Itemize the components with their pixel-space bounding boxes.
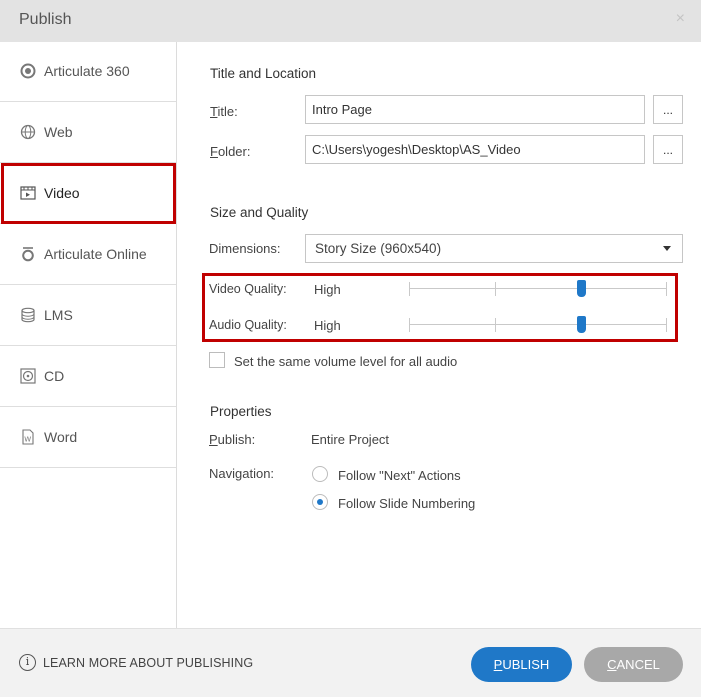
title-location-heading: Title and Location xyxy=(210,66,317,81)
sidebar-item-cd[interactable]: CD xyxy=(0,347,176,407)
publish-target-sidebar: Articulate 360 Web Video Articulate Onli… xyxy=(0,42,177,628)
disc-icon xyxy=(20,368,36,384)
sidebar-item-lms[interactable]: LMS xyxy=(0,286,176,346)
title-label: Title: xyxy=(210,104,238,119)
properties-heading: Properties xyxy=(210,404,272,419)
same-volume-checkbox[interactable] xyxy=(209,352,225,368)
video-selection-highlight xyxy=(1,163,176,224)
title-input[interactable]: Intro Page xyxy=(305,95,645,124)
title-bar: Publish × xyxy=(0,0,701,42)
sidebar-item-web[interactable]: Web xyxy=(0,103,176,163)
articulate-online-icon xyxy=(22,247,34,262)
sidebar-item-articulate-360[interactable]: Articulate 360 xyxy=(0,42,176,102)
learn-more-link[interactable]: LEARN MORE ABOUT PUBLISHING xyxy=(43,656,253,670)
follow-next-actions-label: Follow "Next" Actions xyxy=(338,468,461,483)
size-quality-heading: Size and Quality xyxy=(210,205,309,220)
svg-text:W: W xyxy=(24,436,31,444)
close-icon[interactable]: × xyxy=(676,10,685,28)
cancel-button[interactable]: CANCEL xyxy=(584,647,683,682)
sidebar-item-label: Word xyxy=(44,429,78,445)
database-icon xyxy=(21,307,35,323)
folder-browse-button[interactable]: ... xyxy=(653,135,683,164)
navigation-label: Navigation: xyxy=(209,466,275,481)
sidebar-item-label: Articulate 360 xyxy=(44,63,130,79)
folder-label: Folder: xyxy=(210,144,251,159)
publish-dialog: Publish × Articulate 360 Web Video Artic… xyxy=(0,0,701,697)
globe-icon xyxy=(20,124,36,140)
info-icon: i xyxy=(19,654,36,671)
title-browse-button[interactable]: ... xyxy=(653,95,683,124)
follow-next-actions-radio[interactable] xyxy=(312,466,328,482)
folder-input[interactable]: C:\Users\yogesh\Desktop\AS_Video xyxy=(305,135,645,164)
quality-settings-highlight xyxy=(202,273,678,342)
sidebar-item-label: LMS xyxy=(44,307,73,323)
dimensions-value: Story Size (960x540) xyxy=(315,241,442,256)
publish-scope-label: Publish: xyxy=(209,432,256,447)
publish-button[interactable]: PUBLISH xyxy=(471,647,572,682)
chevron-down-icon xyxy=(663,246,671,251)
sidebar-item-label: Web xyxy=(44,124,73,140)
sidebar-item-articulate-online[interactable]: Articulate Online xyxy=(0,225,176,285)
word-document-icon: W xyxy=(22,429,34,445)
sidebar-item-label: CD xyxy=(44,368,65,384)
dimensions-select[interactable]: Story Size (960x540) xyxy=(305,234,683,263)
dialog-footer: i LEARN MORE ABOUT PUBLISHING PUBLISH CA… xyxy=(0,628,701,697)
dimensions-label: Dimensions: xyxy=(209,241,281,256)
same-volume-label: Set the same volume level for all audio xyxy=(234,354,458,369)
publish-scope-value: Entire Project xyxy=(311,432,390,447)
sidebar-item-label: Articulate Online xyxy=(44,246,147,262)
follow-slide-numbering-label: Follow Slide Numbering xyxy=(338,496,476,511)
articulate-360-icon xyxy=(20,63,36,79)
sidebar-item-word[interactable]: W Word xyxy=(0,408,176,468)
follow-slide-numbering-radio[interactable] xyxy=(312,494,328,510)
dialog-title: Publish xyxy=(19,11,72,28)
